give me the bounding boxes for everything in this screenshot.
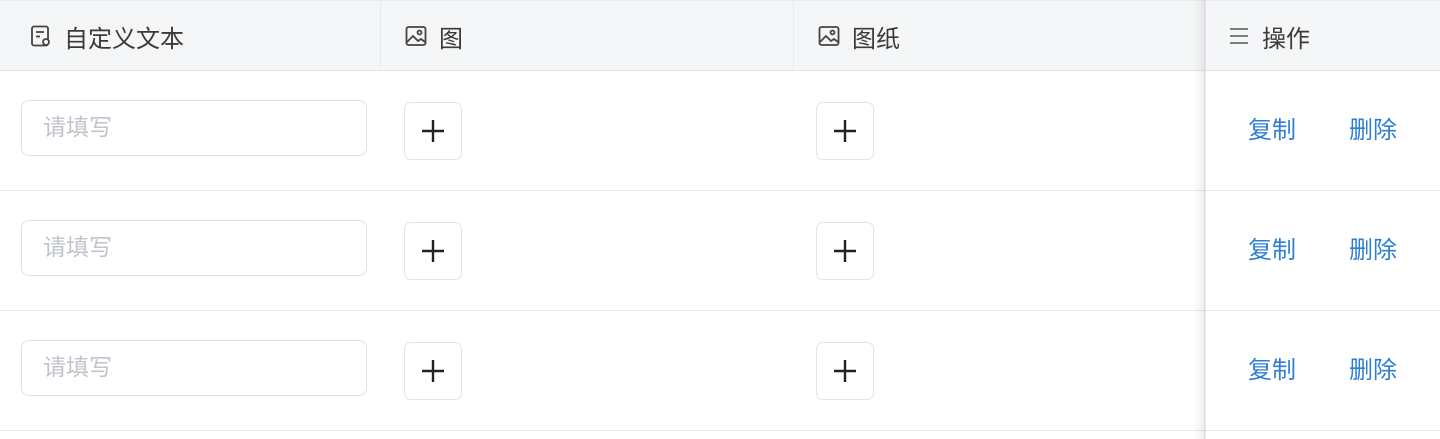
table-header: 自定义文本 图 图纸 操作 (0, 0, 1440, 71)
add-drawing-button[interactable] (816, 342, 874, 400)
header-custom-text: 自定义文本 (0, 1, 381, 71)
custom-text-input[interactable] (21, 220, 367, 276)
image-icon (816, 23, 842, 49)
header-custom-text-label: 自定义文本 (64, 24, 184, 53)
header-drawing-label: 图纸 (852, 24, 900, 53)
header-actions-label: 操作 (1262, 24, 1310, 53)
plus-icon (422, 120, 444, 142)
delete-button[interactable]: 删除 (1349, 355, 1397, 385)
plus-icon (834, 120, 856, 142)
header-actions: 操作 (1204, 1, 1440, 71)
delete-button[interactable]: 删除 (1349, 115, 1397, 145)
add-drawing-button[interactable] (816, 102, 874, 160)
add-drawing-button[interactable] (816, 222, 874, 280)
copy-button[interactable]: 复制 (1248, 235, 1296, 265)
add-image-button[interactable] (404, 342, 462, 400)
data-table: 自定义文本 图 图纸 操作 请填写 复制 删除 请填写 复制 删除 请填写 复制… (0, 0, 1440, 439)
delete-button[interactable]: 删除 (1349, 235, 1397, 265)
add-image-button[interactable] (404, 222, 462, 280)
image-icon (403, 23, 429, 49)
header-image: 图 (381, 1, 794, 71)
add-image-button[interactable] (404, 102, 462, 160)
table-row: 复制 删除 (0, 71, 1440, 191)
copy-button[interactable]: 复制 (1248, 115, 1296, 145)
table-row: 复制 删除 (0, 311, 1440, 431)
header-image-label: 图 (439, 24, 463, 53)
custom-text-input[interactable] (21, 340, 367, 396)
plus-icon (834, 240, 856, 262)
plus-icon (422, 240, 444, 262)
copy-button[interactable]: 复制 (1248, 355, 1296, 385)
header-drawing: 图纸 (794, 1, 1204, 71)
plus-icon (422, 360, 444, 382)
custom-text-input[interactable] (21, 100, 367, 156)
plus-icon (834, 360, 856, 382)
list-icon (1226, 23, 1252, 49)
form-text-icon (28, 23, 54, 49)
table-row: 复制 删除 (0, 191, 1440, 311)
